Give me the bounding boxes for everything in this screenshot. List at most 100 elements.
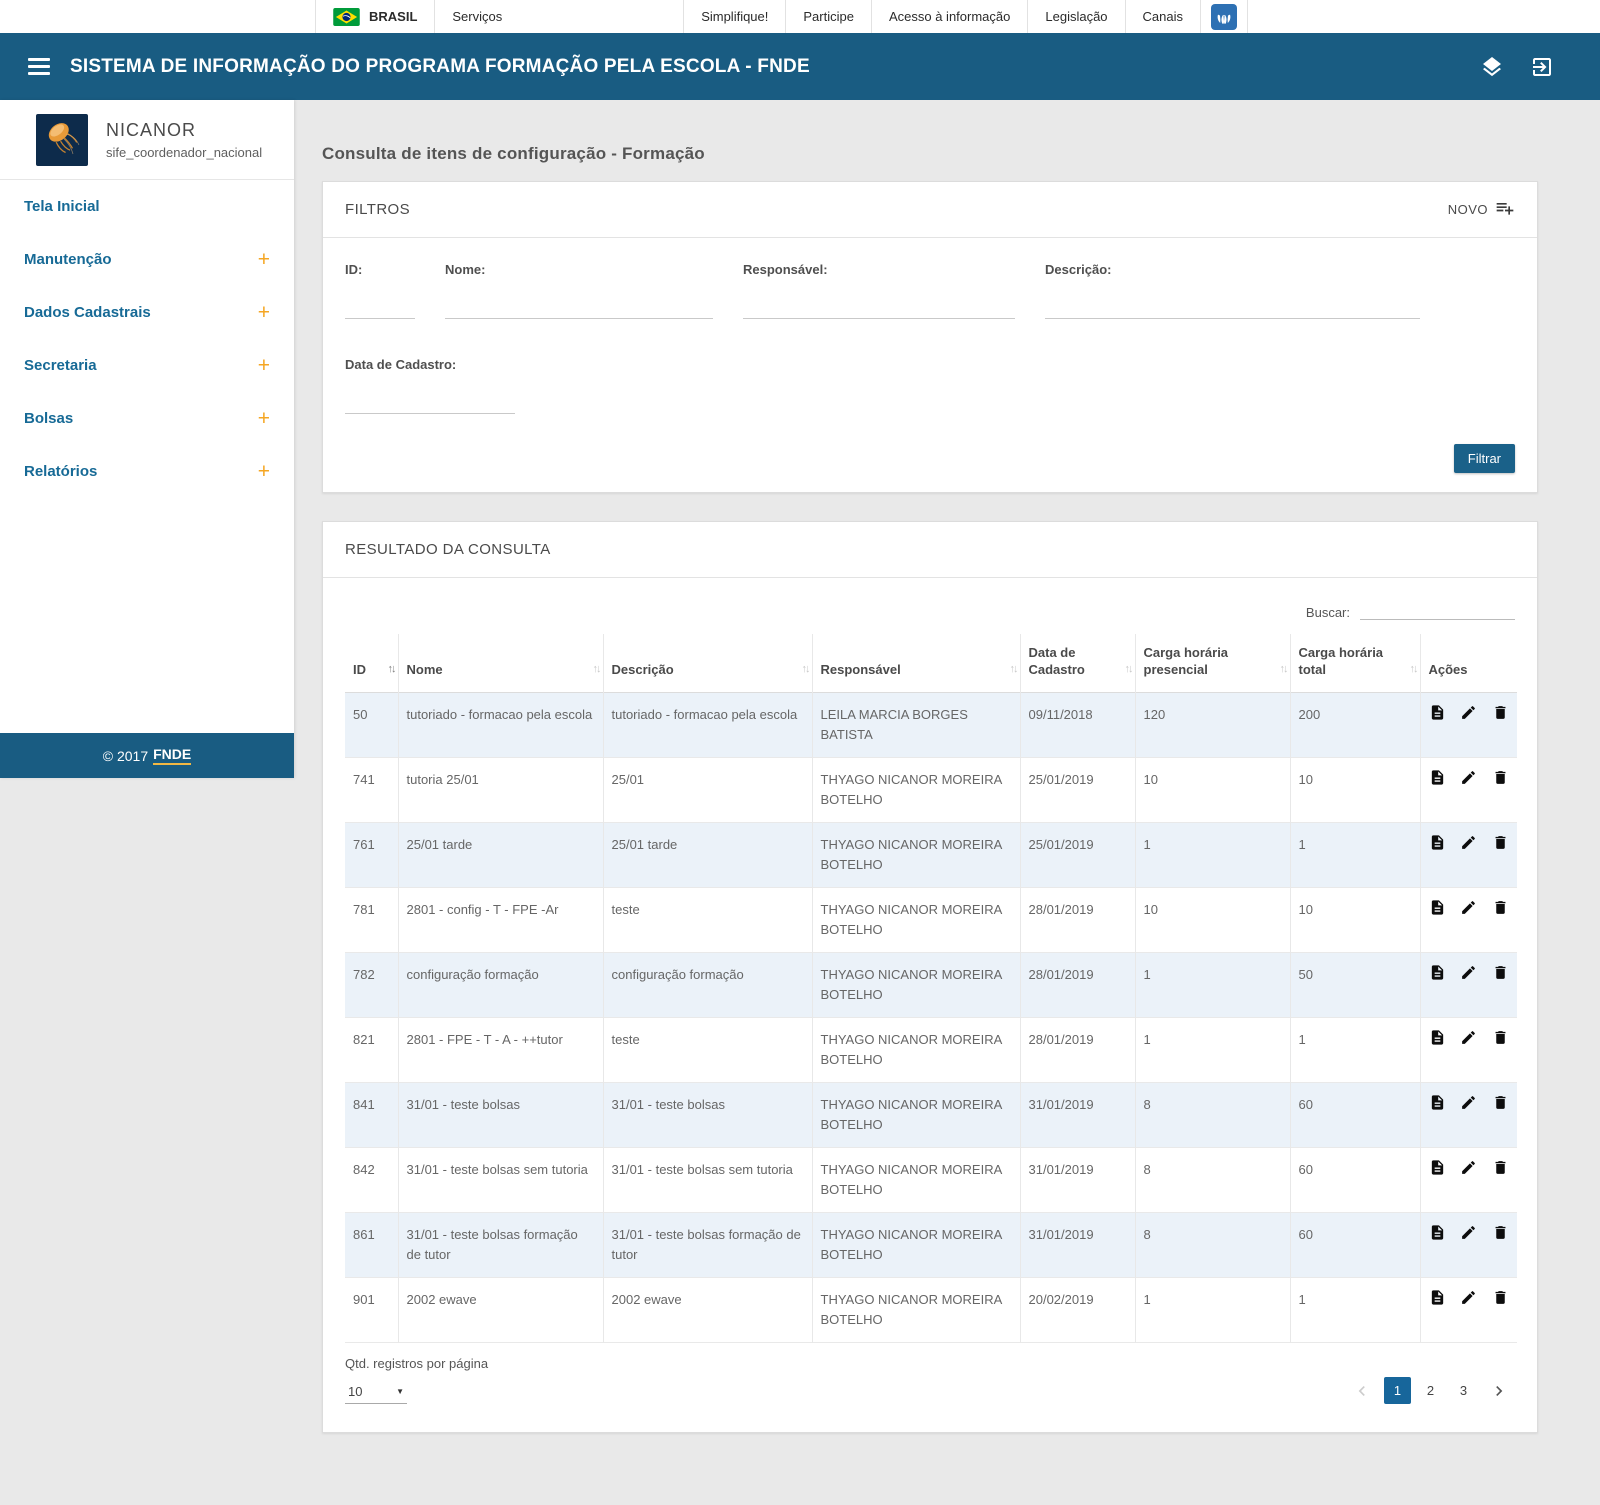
sidebar-item-manutencao[interactable]: Manutenção + [0,233,294,286]
sidebar-item-dados-cadastrais[interactable]: Dados Cadastrais + [0,286,294,339]
cell-nome: 31/01 - teste bolsas formação de tutor [398,1213,603,1278]
view-document-icon[interactable] [1429,899,1446,916]
sort-icon: ↑↓ [802,661,809,678]
user-name: NICANOR [106,120,262,141]
filters-panel: FILTROS NOVO ID: [322,181,1538,493]
view-document-icon[interactable] [1429,1029,1446,1046]
edit-icon[interactable] [1460,899,1477,916]
delete-icon[interactable] [1492,769,1509,786]
edit-icon[interactable] [1460,834,1477,851]
playlist-add-icon [1495,198,1515,221]
view-document-icon[interactable] [1429,964,1446,981]
sidebar-item-relatorios[interactable]: Relatórios + [0,445,294,498]
cell-data-cadastro: 31/01/2019 [1020,1213,1135,1278]
edit-icon[interactable] [1460,704,1477,721]
delete-icon[interactable] [1492,1029,1509,1046]
nome-filter-input[interactable] [445,283,713,319]
search-label: Buscar: [1306,605,1350,620]
delete-icon[interactable] [1492,1159,1509,1176]
edit-icon[interactable] [1460,1289,1477,1306]
view-document-icon[interactable] [1429,1289,1446,1306]
gov-link-simplifique[interactable]: Simplifique! [683,0,785,33]
column-header-id[interactable]: ID↑↓ [345,634,398,693]
view-document-icon[interactable] [1429,834,1446,851]
edit-icon[interactable] [1460,1029,1477,1046]
column-header-carga-total[interactable]: Carga horária total↑↓ [1290,634,1420,693]
edit-icon[interactable] [1460,1159,1477,1176]
responsavel-filter-input[interactable] [743,283,1015,319]
search-input[interactable] [1360,598,1515,620]
id-filter-input[interactable] [345,283,415,319]
cell-descricao: teste [603,1018,812,1083]
edit-icon[interactable] [1460,769,1477,786]
sidebar-item-bolsas[interactable]: Bolsas + [0,392,294,445]
sort-icon: ↑↓ [1410,661,1417,678]
expand-plus-icon: + [258,408,270,429]
delete-icon[interactable] [1492,1094,1509,1111]
gov-link-acesso-informacao[interactable]: Acesso à informação [871,0,1027,33]
cell-carga-total: 1 [1290,1018,1420,1083]
data-cadastro-filter-label: Data de Cadastro: [345,357,515,372]
cell-responsavel: THYAGO NICANOR MOREIRA BOTELHO [812,1018,1020,1083]
gov-link-canais[interactable]: Canais [1125,0,1200,33]
layers-icon[interactable] [1480,55,1504,79]
cell-descricao: tutoriado - formacao pela escola [603,693,812,758]
table-row: 841 31/01 - teste bolsas 31/01 - teste b… [345,1083,1517,1148]
cell-descricao: 31/01 - teste bolsas [603,1083,812,1148]
cell-actions [1420,888,1517,953]
delete-icon[interactable] [1492,704,1509,721]
main-content: Consulta de itens de configuração - Form… [322,100,1538,1433]
page-button-2[interactable]: 2 [1417,1377,1444,1404]
sidebar-item-secretaria[interactable]: Secretaria + [0,339,294,392]
view-document-icon[interactable] [1429,704,1446,721]
column-header-nome[interactable]: Nome↑↓ [398,634,603,693]
per-page-select[interactable]: 10 ▼ [345,1382,407,1404]
delete-icon[interactable] [1492,1224,1509,1241]
sidebar-item-tela-inicial[interactable]: Tela Inicial [0,180,294,233]
column-header-carga-presencial[interactable]: Carga horária presencial↑↓ [1135,634,1290,693]
data-cadastro-filter-input[interactable] [345,378,515,414]
vlibras-accessibility-icon[interactable] [1200,0,1248,33]
gov-link-legislacao[interactable]: Legislação [1027,0,1124,33]
gov-link-participe[interactable]: Participe [785,0,871,33]
edit-icon[interactable] [1460,1094,1477,1111]
logout-icon[interactable] [1530,55,1554,79]
edit-icon[interactable] [1460,964,1477,981]
view-document-icon[interactable] [1429,1224,1446,1241]
cell-actions [1420,1278,1517,1343]
cell-actions [1420,1083,1517,1148]
filtrar-button[interactable]: Filtrar [1454,444,1515,473]
user-panel: NICANOR sife_coordenador_nacional [0,100,294,180]
view-document-icon[interactable] [1429,769,1446,786]
cell-nome: 2002 ewave [398,1278,603,1343]
cell-carga-total: 1 [1290,1278,1420,1343]
column-header-descricao[interactable]: Descrição↑↓ [603,634,812,693]
column-header-data-cadastro[interactable]: Data de Cadastro↑↓ [1020,634,1135,693]
expand-plus-icon: + [258,355,270,376]
page-button-1[interactable]: 1 [1384,1377,1411,1404]
next-page-icon[interactable] [1483,1381,1515,1401]
fnde-link[interactable]: FNDE [153,746,191,765]
descricao-filter-input[interactable] [1045,283,1420,319]
delete-icon[interactable] [1492,1289,1509,1306]
novo-button[interactable]: NOVO [1448,198,1515,221]
cell-actions [1420,823,1517,888]
cell-nome: 31/01 - teste bolsas [398,1083,603,1148]
delete-icon[interactable] [1492,899,1509,916]
sort-icon: ↑↓ [1280,661,1287,678]
delete-icon[interactable] [1492,964,1509,981]
gov-link-servicos[interactable]: Serviços [434,0,519,33]
hamburger-menu-icon[interactable] [28,58,50,75]
gov-brand-link[interactable]: BRASIL [315,0,434,33]
cell-id: 781 [345,888,398,953]
cell-nome: 2801 - config - T - FPE -Ar [398,888,603,953]
page-button-3[interactable]: 3 [1450,1377,1477,1404]
view-document-icon[interactable] [1429,1159,1446,1176]
column-header-responsavel[interactable]: Responsável↑↓ [812,634,1020,693]
delete-icon[interactable] [1492,834,1509,851]
previous-page-icon[interactable] [1346,1381,1378,1401]
edit-icon[interactable] [1460,1224,1477,1241]
table-row: 50 tutoriado - formacao pela escola tuto… [345,693,1517,758]
view-document-icon[interactable] [1429,1094,1446,1111]
user-role: sife_coordenador_nacional [106,145,262,160]
